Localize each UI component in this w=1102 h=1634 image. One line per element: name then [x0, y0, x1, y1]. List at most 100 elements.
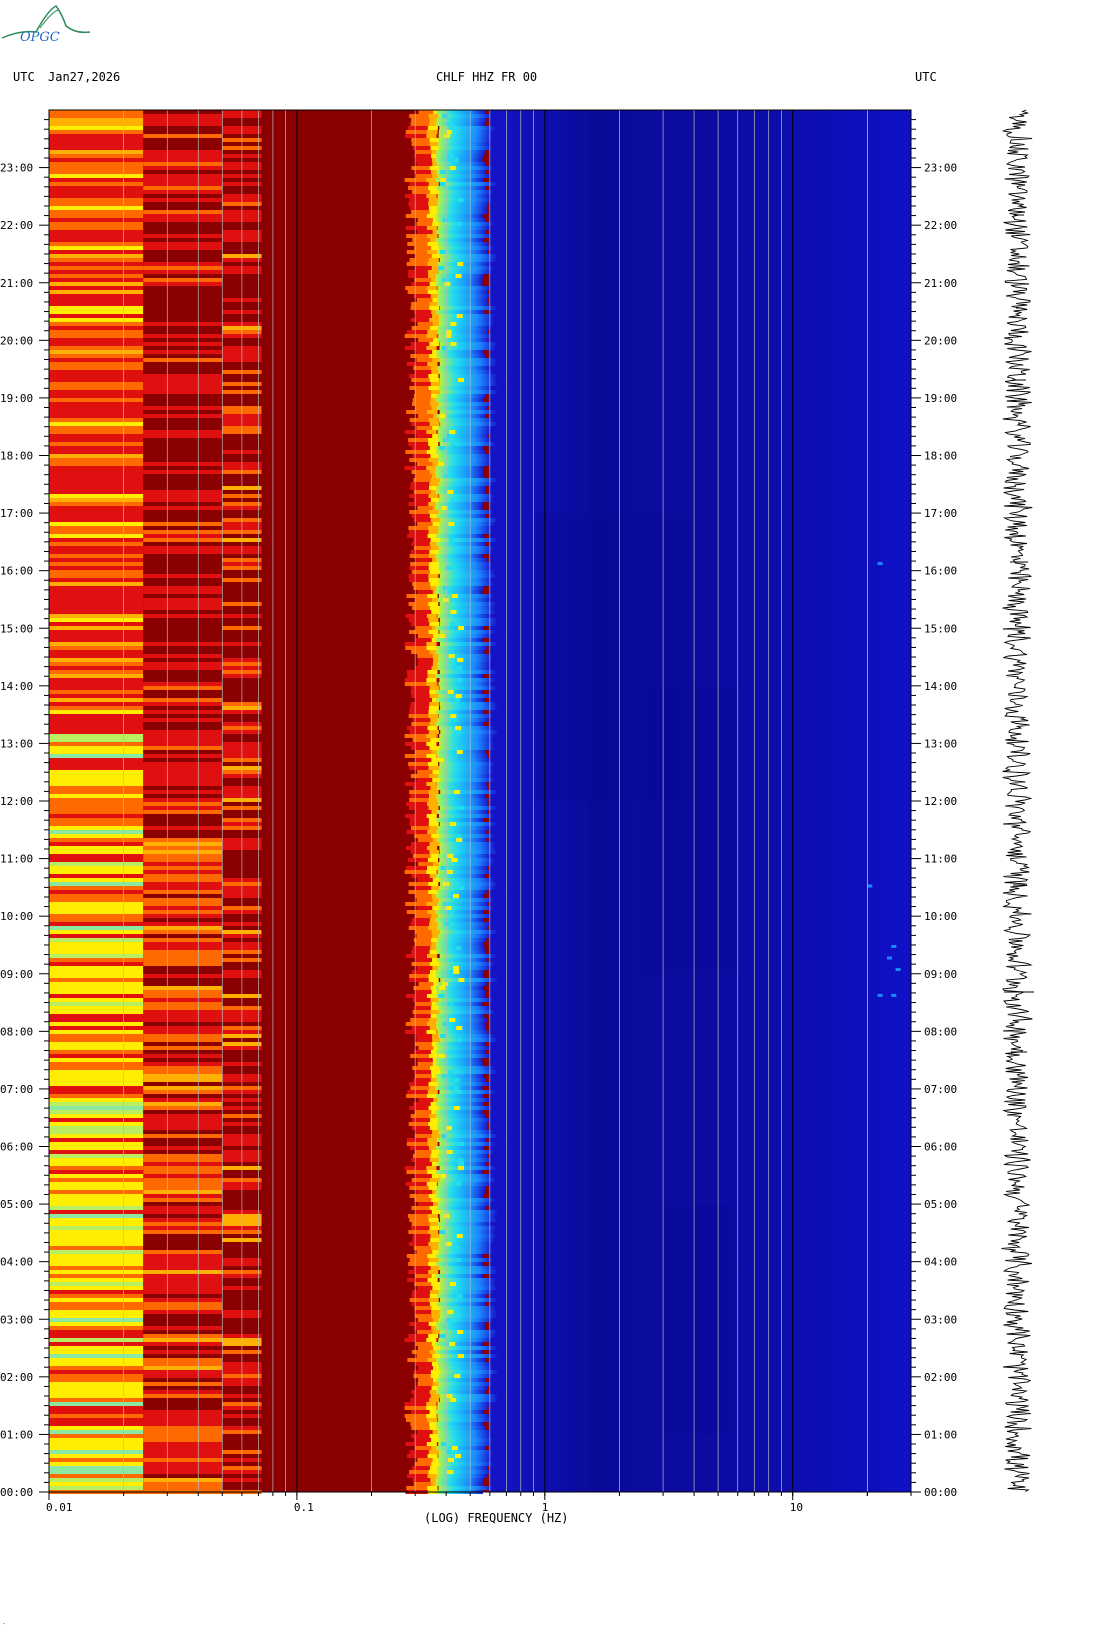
spectrum-row-band1	[143, 774, 223, 778]
spectrum-row-edge	[405, 1146, 410, 1150]
spectrum-row-band56	[436, 1390, 485, 1394]
spectrum-row-edge	[405, 810, 415, 814]
spectrum-row-speckle	[450, 610, 457, 614]
spectrum-row-band56	[436, 782, 487, 786]
spectrum-row-edge	[405, 562, 411, 566]
spectrum-row-band1	[143, 550, 223, 554]
spectrum-row-band1	[143, 858, 223, 862]
spectrum-row-edge	[405, 442, 409, 446]
spectrum-row-band0	[49, 1454, 144, 1458]
spectrum-row-band56	[436, 1126, 488, 1130]
spectrum-row-band1	[143, 202, 223, 206]
spectrum-row-band1	[143, 1414, 223, 1418]
spectrum-row-band1	[143, 1298, 223, 1302]
spectrum-row-band0	[49, 974, 144, 978]
spectrum-row-edge	[405, 622, 411, 626]
spectrum-row-band56	[439, 610, 496, 614]
spectrum-row-edge	[405, 1110, 415, 1114]
spectrum-row-band0	[49, 342, 144, 346]
spectrum-row-band1	[143, 1114, 223, 1118]
spectrum-row-speckle	[450, 342, 457, 346]
spectrum-row-band1	[143, 1246, 223, 1250]
spectrum-row-band4b	[426, 1406, 437, 1410]
spectrum-row-band1	[143, 802, 223, 806]
y-tick-label-right: 09:00	[924, 968, 957, 981]
spectrum-row-edge	[405, 150, 416, 154]
spectrum-row-band1	[143, 666, 223, 670]
spectrum-row-band56	[439, 410, 496, 414]
spectrum-row-band1	[143, 1442, 223, 1446]
spectrum-row-band0	[49, 1418, 144, 1422]
spectrum-row-band56	[438, 898, 494, 902]
spectrum-row-band1	[143, 370, 223, 374]
spectrum-row-edge	[405, 1262, 409, 1266]
spectrum-row-edge	[405, 1318, 418, 1322]
spectrum-row-speckle	[453, 790, 460, 794]
spectrum-row-band1	[143, 614, 223, 618]
spectrum-row-edge	[405, 350, 417, 354]
y-tick-label-left: 12:00	[0, 795, 33, 808]
spectrum-row-band0	[49, 1014, 144, 1018]
spectrum-row-band0	[49, 838, 144, 842]
spectrum-row-band1	[143, 1278, 223, 1282]
spectrum-row-band1	[143, 466, 223, 470]
spectrum-row-band4b	[427, 1454, 438, 1458]
spectrum-row-band1	[143, 790, 223, 794]
spectrum-row-band0	[49, 1358, 144, 1362]
spectrum-row-band4b	[427, 1474, 438, 1478]
y-tick-label-left: 16:00	[0, 565, 33, 578]
spectrum-row-band1	[143, 1290, 223, 1294]
spectrum-row-edge	[405, 1134, 416, 1138]
spectrum-row-band4b	[429, 746, 440, 750]
spectrum-row-band1	[143, 382, 223, 386]
spectrum-row-band56	[436, 150, 486, 154]
spectrum-row-speckle	[440, 866, 447, 870]
spectrum-row-band1	[143, 734, 223, 738]
spectrum-row-band1	[143, 1178, 223, 1182]
spectrum-row-band1	[143, 622, 223, 626]
spectrum-row-band56	[436, 890, 487, 894]
spectrum-row-band0	[49, 882, 144, 886]
spectrum-row-band56	[439, 762, 495, 766]
spectrum-row-band0	[49, 742, 144, 746]
spectrum-row-edge	[405, 1046, 419, 1050]
spectrum-row-band56	[435, 674, 483, 678]
spectrum-row-band56	[435, 1342, 483, 1346]
spectrum-row-band1	[143, 570, 223, 574]
spectrum-row-band0	[49, 786, 144, 790]
spectrum-row-band1	[143, 1262, 223, 1266]
spectrum-row-band4b	[426, 134, 437, 138]
y-tick-label-right: 17:00	[924, 507, 957, 520]
spectrum-row-band0	[49, 454, 144, 458]
spectrum-row-band1	[143, 1482, 223, 1486]
spectrum-row-band0	[49, 958, 144, 962]
spectrum-row-band0	[49, 754, 144, 758]
spectrum-row-band56	[436, 1426, 486, 1430]
spectrum-row-band4b	[426, 1442, 437, 1446]
spectrum-row-band56	[437, 330, 489, 334]
spectrum-row-band56	[436, 1474, 487, 1478]
spectrum-row-band1	[143, 1354, 223, 1358]
spectrum-row-band56	[436, 394, 487, 398]
spectrum-row-band56	[439, 1226, 496, 1230]
spectrum-row-band56	[439, 538, 497, 542]
spectrum-row-band1	[143, 722, 223, 726]
spectrum-row-edge	[405, 218, 418, 222]
y-tick-label-right: 02:00	[924, 1371, 957, 1384]
spectrum-row-band56	[436, 110, 485, 114]
spectrum-row-band56	[439, 602, 496, 606]
spectrum-row-edge	[405, 1346, 418, 1350]
spectrum-row-band0	[49, 386, 144, 390]
spectrum-row-band0	[49, 306, 144, 310]
spectrum-row-band56	[439, 1142, 495, 1146]
spectrum-row-band1	[143, 878, 223, 882]
spectrum-row-band1	[143, 778, 223, 782]
spectrum-row-speckle	[448, 910, 455, 914]
spectrum-row-band1	[143, 238, 223, 242]
spectrum-row-band1	[143, 1366, 223, 1370]
spectrum-row-band4b	[430, 1238, 441, 1242]
spectrum-row-band0	[49, 898, 144, 902]
spectrum-row-band0	[49, 406, 144, 410]
spectrum-row-edge	[405, 774, 411, 778]
spectrum-row-edge	[405, 570, 412, 574]
